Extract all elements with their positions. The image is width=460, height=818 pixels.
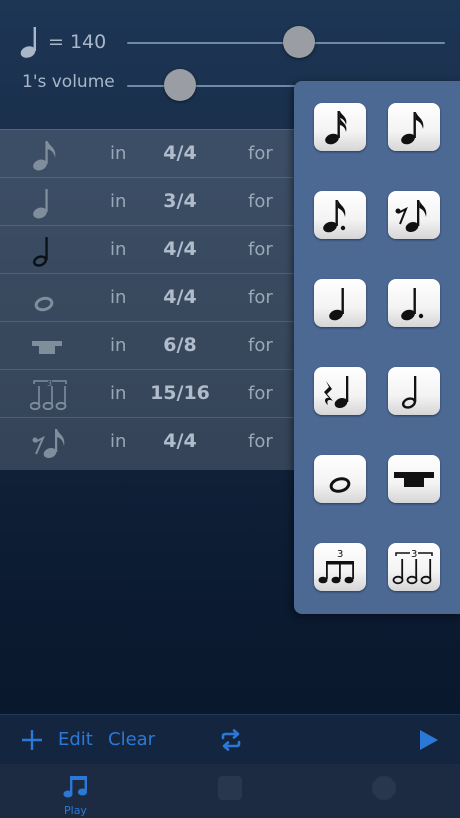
in-label: in <box>110 335 127 356</box>
triplet-eighths-button[interactable]: 3 <box>314 543 366 591</box>
triplet-quarters-button[interactable]: 3 <box>388 543 440 591</box>
whole-note-button[interactable] <box>314 455 366 503</box>
for-label: for <box>248 335 273 356</box>
for-label: for <box>248 143 273 164</box>
for-label: for <box>248 191 273 212</box>
time-signature[interactable]: 4/4 <box>140 430 220 452</box>
dotted-half-bar-icon[interactable] <box>30 330 64 364</box>
time-signature[interactable]: 15/16 <box>140 382 220 404</box>
svg-text:3: 3 <box>337 549 343 560</box>
quarter-note-button[interactable] <box>314 279 366 327</box>
quarter-note-icon <box>20 25 42 59</box>
dotted-half-bar-button[interactable] <box>388 455 440 503</box>
in-label: in <box>110 287 127 308</box>
eighth-note-icon[interactable] <box>30 138 64 172</box>
note-picker-popover: 3 3 <box>294 81 460 614</box>
dotted-quarter-note-button[interactable] <box>388 279 440 327</box>
tab-icon-3[interactable] <box>372 776 396 800</box>
half-note-button[interactable] <box>388 367 440 415</box>
volume-slider-knob[interactable] <box>164 69 196 101</box>
rest-eighth-note-icon[interactable] <box>30 426 65 460</box>
time-signature[interactable]: 4/4 <box>140 238 220 260</box>
play-icon[interactable] <box>418 729 440 751</box>
half-note-icon[interactable] <box>30 234 64 268</box>
eighth-note-button[interactable] <box>388 103 440 151</box>
time-signature[interactable]: 3/4 <box>140 190 220 212</box>
repeat-icon[interactable] <box>219 729 243 751</box>
rest-eighth-note-button[interactable] <box>388 191 440 239</box>
in-label: in <box>110 431 127 452</box>
for-label: for <box>248 239 273 260</box>
volume-label: 1's volume <box>22 72 115 92</box>
for-label: for <box>248 287 273 308</box>
for-label: for <box>248 431 273 452</box>
time-signature[interactable]: 4/4 <box>140 286 220 308</box>
dotted-eighth-note-button[interactable] <box>314 191 366 239</box>
tempo-slider-knob[interactable] <box>283 26 315 58</box>
music-notes-icon[interactable] <box>62 773 90 801</box>
in-label: in <box>110 191 127 212</box>
edit-button[interactable]: Edit <box>58 729 93 750</box>
in-label: in <box>110 383 127 404</box>
in-label: in <box>110 239 127 260</box>
in-label: in <box>110 143 127 164</box>
rest-quarter-note-button[interactable] <box>314 367 366 415</box>
tab-play[interactable]: Play <box>64 804 87 817</box>
tempo-label: = 140 <box>48 31 107 53</box>
tab-bar: Play <box>0 764 460 818</box>
triplet-quarters-icon[interactable]: 3 <box>29 378 67 412</box>
for-label: for <box>248 383 273 404</box>
time-signature[interactable]: 4/4 <box>140 142 220 164</box>
svg-text:3: 3 <box>411 549 417 560</box>
plus-icon[interactable] <box>20 728 44 752</box>
time-signature[interactable]: 6/8 <box>140 334 220 356</box>
bottom-toolbar: Edit Clear <box>0 714 460 765</box>
tab-icon-2[interactable] <box>218 776 242 800</box>
tempo-row: = 140 <box>20 24 106 60</box>
quarter-note-icon[interactable] <box>30 186 64 220</box>
whole-note-icon[interactable] <box>30 282 64 316</box>
clear-button[interactable]: Clear <box>108 729 155 750</box>
sixteenth-note-button[interactable] <box>314 103 366 151</box>
